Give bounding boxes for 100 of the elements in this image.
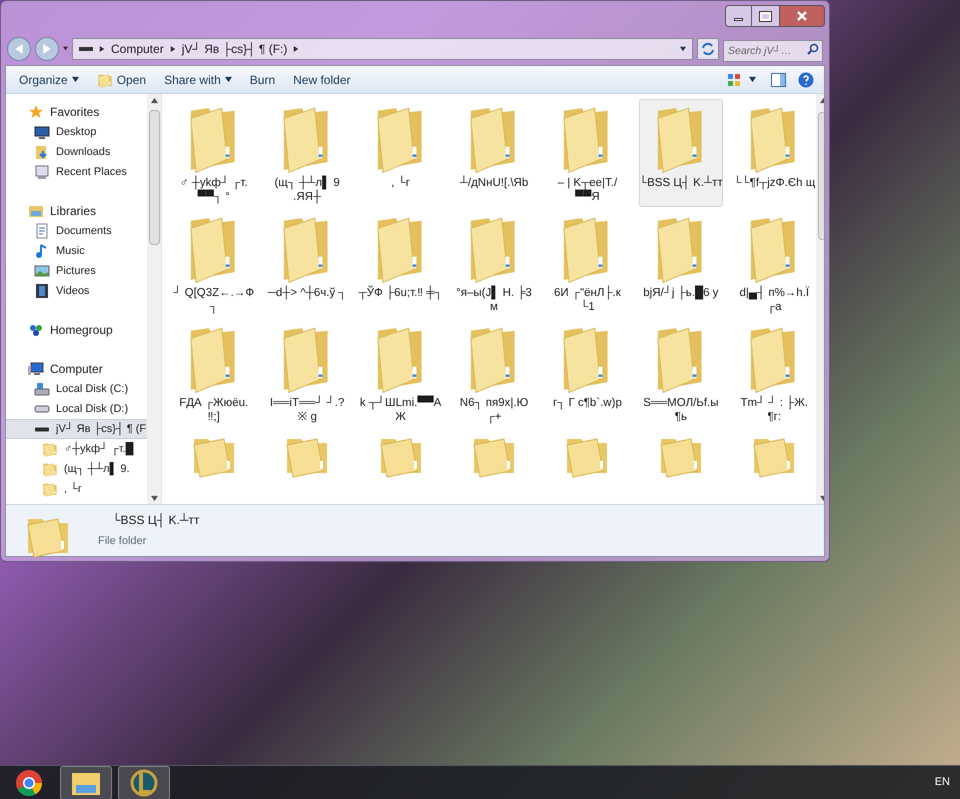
- monitor-icon: [34, 124, 50, 140]
- nav-group-header[interactable]: Homegroup: [6, 320, 147, 340]
- folder-name: 6И ┌"ёнЛ├.к └1: [553, 286, 622, 314]
- folder-item[interactable]: S══МОЛ/Ьf.ы ¶ь: [639, 319, 723, 428]
- nav-item[interactable]: Music: [6, 241, 147, 262]
- folder-item[interactable]: └BSS Ц┤ K.┴тт: [639, 99, 723, 208]
- preview-pane-icon: [770, 72, 786, 87]
- folder-name: ─d┼> ^┼6ч.ў ┐: [266, 286, 348, 300]
- nav-item[interactable]: Local Disk (D:): [6, 399, 147, 420]
- nav-label: Videos: [56, 284, 90, 299]
- nav-label: Desktop: [56, 124, 96, 140]
- nav-label: Local Disk (C:): [56, 382, 128, 397]
- folder-name: г┐ Г с¶b`.w)p: [552, 396, 623, 410]
- toolbar-button[interactable]: Open: [88, 68, 156, 92]
- folder-item[interactable]: – | K┬ee|T./ ▀▀Я: [546, 99, 630, 208]
- nav-item[interactable]: Pictures: [6, 261, 147, 282]
- history-caret-icon: [63, 46, 68, 52]
- browser-icon: [15, 768, 43, 796]
- breadcrumb[interactable]: Computer: [111, 40, 164, 58]
- breadcrumb-arrow-icon: [293, 46, 300, 52]
- folder-item[interactable]: ┴/дNнU![.\Яb: [452, 99, 536, 208]
- folder-name: I══iT══┘ ┘.?※ g: [268, 396, 346, 424]
- folder-item[interactable]: bjЯ/┘j ├ь.█6 у: [639, 209, 723, 318]
- folder-item[interactable]: k ┬┘ШLmi.▀▀A Ж: [358, 319, 442, 428]
- system-drive-icon: [34, 381, 50, 398]
- folder-item[interactable]: г┐ Г с¶b`.w)p: [546, 319, 630, 428]
- scroll-up-icon: [150, 96, 158, 104]
- toolbar-button[interactable]: New folder: [284, 68, 360, 92]
- folder-item[interactable]: 6И ┌"ёнЛ├.к └1: [546, 209, 630, 318]
- dropdown-caret-icon: [680, 46, 686, 52]
- caret-icon: [224, 76, 232, 84]
- folder-name: └└¶f┬jzΦ.Єh щ: [732, 176, 816, 190]
- language-indicator[interactable]: EN: [934, 774, 950, 791]
- nav-label: Local Disk (D:): [56, 402, 128, 417]
- nav-label: Documents: [56, 224, 112, 239]
- nav-item[interactable]: (щ┐ ┼┴л▌ 9.: [6, 459, 147, 480]
- toolbar-button[interactable]: Organize: [10, 68, 88, 92]
- selected-item-name: └BSS Ц┤ K.┴тт: [112, 512, 200, 530]
- folder-item[interactable]: , └г: [358, 99, 442, 208]
- picture-icon: [34, 263, 50, 280]
- folder-icon: [42, 441, 58, 458]
- address-bar[interactable]: Computer jV┘ Яв ├cs}┤ ¶ (F:): [72, 38, 693, 60]
- nav-item[interactable]: Videos: [6, 281, 147, 302]
- nav-group-header[interactable]: Computer: [6, 359, 147, 380]
- drive-icon: [79, 46, 93, 51]
- nav-item[interactable]: Downloads: [6, 142, 147, 162]
- folder-item[interactable]: N6┐ пя9х|.Ю ┌+: [452, 319, 536, 428]
- toolbar-button[interactable]: Burn: [240, 68, 284, 92]
- forward-button[interactable]: [35, 36, 59, 61]
- nav-item[interactable]: Desktop: [6, 122, 147, 142]
- toolbar-button[interactable]: Share with: [155, 68, 241, 92]
- folder-name: ┘ Q[Q3Z←.→Ф ┐: [172, 286, 256, 314]
- scroll-thumb[interactable]: [148, 110, 160, 246]
- folder-name: Tm┘ ┘ : ├Ж. ¶г:: [739, 396, 810, 424]
- caret-icon: [749, 76, 756, 84]
- document-icon: [34, 223, 50, 240]
- folder-item[interactable]: ┘ Q[Q3Z←.→Ф ┐: [172, 209, 256, 318]
- nav-label: , └г: [64, 481, 82, 497]
- folder-item[interactable]: └└¶f┬jzΦ.Єh щ: [732, 99, 816, 208]
- folder-item[interactable]: I══iT══┘ ┘.?※ g: [265, 319, 349, 428]
- folder-name: bjЯ/┘j ├ь.█6 у: [642, 286, 720, 300]
- folder-item[interactable]: ┬ЎФ ├6u;т.‼ ╪┐: [358, 209, 442, 318]
- close-button[interactable]: [779, 5, 825, 27]
- folder-item[interactable]: (щ┐ ┼┴л▌ 9 .ЯЯ┼: [265, 99, 349, 208]
- folder-icon: [42, 481, 58, 498]
- folder-item[interactable]: Tm┘ ┘ : ├Ж. ¶г:: [732, 319, 816, 428]
- nav-item[interactable]: Documents: [6, 221, 147, 242]
- drive-icon: [34, 405, 50, 414]
- nav-label: ♂┼ykф┘ ┌т.█: [64, 441, 134, 458]
- nav-label: Downloads: [56, 144, 110, 160]
- breadcrumb[interactable]: jV┘ Яв ├cs}┤ ¶ (F:): [182, 40, 288, 58]
- folder-icon: [42, 461, 58, 478]
- folder-name: °я–ы(J▌ H. ╞3 м: [455, 286, 533, 314]
- folder-name: ┴/дNнU![.\Яb: [458, 176, 530, 190]
- homegroup-icon: [28, 322, 44, 338]
- folder-item[interactable]: d|▄┤ п%→h.Ї ┌a: [732, 209, 816, 318]
- minimize-button[interactable]: [725, 5, 752, 27]
- nav-label: (щ┐ ┼┴л▌ 9.: [64, 461, 130, 478]
- nav-label: Pictures: [56, 264, 96, 279]
- close-icon: [797, 11, 807, 21]
- scroll-down-icon: [150, 494, 158, 502]
- nav-item[interactable]: , └г: [6, 479, 147, 500]
- folder-item[interactable]: °я–ы(J▌ H. ╞3 м: [452, 209, 536, 318]
- folder-name: d|▄┤ п%→h.Ї ┌a: [738, 286, 810, 314]
- folder-name: – | K┬ee|T./ ▀▀Я: [556, 176, 618, 204]
- recent-places-icon: [34, 164, 50, 180]
- nav-item[interactable]: ♂┼ykф┘ ┌т.█: [6, 439, 147, 460]
- folder-name: ♂ ┼ykф┘ ┌т. ▀▀┐ °: [178, 176, 249, 204]
- folder-item[interactable]: ─d┼> ^┼6ч.ў ┐: [265, 209, 349, 318]
- back-button[interactable]: [7, 36, 31, 61]
- nav-group-header[interactable]: Libraries: [6, 201, 147, 222]
- nav-item[interactable]: Local Disk (C:): [6, 379, 147, 400]
- maximize-button[interactable]: [752, 5, 779, 27]
- refresh-button[interactable]: [697, 38, 719, 60]
- folder-item[interactable]: ♂ ┼ykф┘ ┌т. ▀▀┐ °: [172, 99, 256, 208]
- nav-group-header[interactable]: Favorites: [6, 102, 147, 122]
- nav-item[interactable]: Recent Places: [6, 162, 147, 182]
- scrollbar[interactable]: [147, 94, 161, 504]
- folder-item[interactable]: FДА ┌Жюёu. ‼;]: [172, 319, 256, 428]
- nav-item[interactable]: jV┘ Яв ├cs}┤ ¶ (F: [6, 419, 147, 440]
